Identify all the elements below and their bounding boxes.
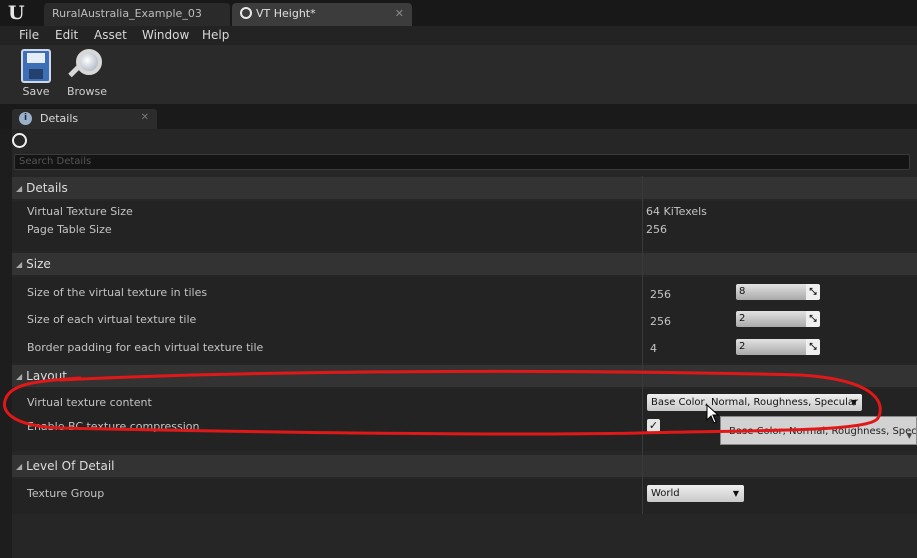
details-tab-label: Details [40,112,79,125]
prop-value: 256 [646,223,667,236]
search-input[interactable]: Search Details [14,154,910,170]
bc-compression-checkbox[interactable]: ✓ [647,419,660,432]
category-size[interactable]: ◢ Size [12,253,917,275]
tab-label: RuralAustralia_Example_03 [52,7,202,20]
dropdown-popup-option[interactable]: Base Color, Normal, Roughness, Specular … [720,416,917,445]
chevron-down-icon: ▼ [850,398,857,407]
border-padding-input[interactable]: 2 ⤡ [736,339,820,355]
column-divider[interactable] [642,176,643,514]
dropdown-value: World [651,488,680,499]
category-title: Details [26,181,68,195]
prop-label: Texture Group [27,487,105,500]
menu-help[interactable]: Help [202,27,229,43]
category-level-of-detail[interactable]: ◢ Level Of Detail [12,455,917,477]
tab-rural-australia[interactable]: RuralAustralia_Example_03 [44,3,230,26]
prop-label: Page Table Size [27,223,112,236]
collapse-triangle-icon: ◢ [16,184,23,193]
prop-value: 256 [650,315,671,328]
mouse-cursor-icon [706,404,720,424]
details-rows [12,201,917,251]
tile-size-input[interactable]: 2 ⤡ [736,311,820,327]
browse-magnifier-icon [68,49,104,83]
prop-value: 64 KiTexels [646,205,707,218]
save-icon [21,49,51,83]
spinner-arrows-icon[interactable]: ⤡ [806,339,820,355]
chevron-down-icon: ▼ [732,489,739,498]
tiles-size-input[interactable]: 8 ⤡ [736,284,820,300]
collapse-triangle-icon: ◢ [16,372,23,381]
asset-ring-icon [240,7,252,19]
number-field[interactable]: 2 [736,339,806,355]
category-details[interactable]: ◢ Details [12,177,917,199]
spinner-arrows-icon[interactable]: ⤡ [806,311,820,327]
unreal-logo-icon[interactable]: U [8,2,32,24]
asset-ring-icon [12,133,27,148]
menu-asset[interactable]: Asset [94,27,127,43]
spinner-arrows-icon[interactable]: ⤡ [806,284,820,300]
virtual-texture-content-dropdown[interactable]: Base Color, Normal, Roughness, Specular … [647,394,862,411]
close-icon[interactable]: ✕ [395,3,404,24]
menu-bar: File Edit Asset Window Help [0,26,917,45]
prop-label: Border padding for each virtual texture … [27,341,264,354]
number-field[interactable]: 8 [736,284,806,300]
dropdown-option-label: Base Color, Normal, Roughness, Specular [729,426,917,437]
details-info-icon: i [19,112,32,125]
collapse-triangle-icon: ◢ [16,260,23,269]
tab-label: VT Height* [256,7,316,20]
document-tab-strip: U RuralAustralia_Example_03 VT Height* ✕ [0,0,917,26]
menu-file[interactable]: File [19,27,39,43]
menu-window[interactable]: Window [142,27,189,43]
dropdown-value: Base Color, Normal, Roughness, Specular [651,397,859,408]
save-button[interactable]: Save [14,49,58,98]
asset-toolbar: Save Browse [0,45,917,104]
tab-details[interactable]: i Details ✕ [12,109,157,129]
category-title: Layout [26,369,67,383]
category-title: Level Of Detail [26,459,115,473]
browse-label: Browse [66,85,108,98]
category-layout[interactable]: ◢ Layout [12,365,917,387]
prop-label: Virtual Texture Size [27,205,133,218]
panel-tab-bar: i Details ✕ [0,104,917,129]
close-icon[interactable]: ✕ [141,112,149,123]
prop-label: Size of the virtual texture in tiles [27,286,208,299]
save-label: Save [22,85,50,98]
prop-label: Size of each virtual texture tile [27,313,197,326]
lod-rows [12,479,917,514]
category-title: Size [26,257,51,271]
menu-edit[interactable]: Edit [55,27,78,43]
prop-label: Enable BC texture compression [27,420,200,433]
prop-label: Virtual texture content [27,396,152,409]
collapse-triangle-icon: ◢ [16,462,23,471]
tab-vt-height[interactable]: VT Height* ✕ [232,3,412,26]
texture-group-dropdown[interactable]: World ▼ [647,485,744,502]
scroll-caret-icon: ▼ [906,432,912,440]
browse-button[interactable]: Browse [62,49,112,98]
prop-value: 256 [650,288,671,301]
prop-value: 4 [650,342,657,355]
number-field[interactable]: 2 [736,311,806,327]
